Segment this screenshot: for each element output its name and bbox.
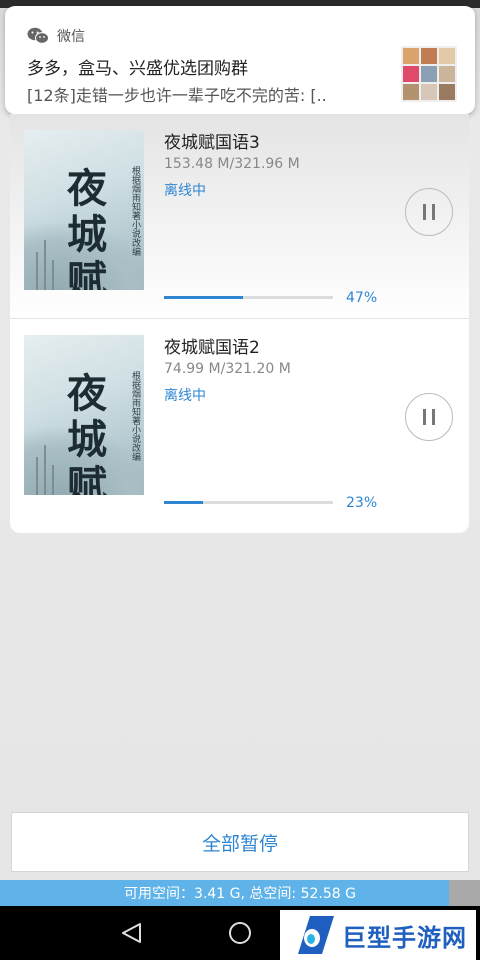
notification-app-name: 微信 (57, 29, 85, 45)
pause-all-button[interactable]: 全部暂停 (11, 812, 469, 872)
notification-text: [12条]走错一步也许一辈子吃不完的苦: [.. (27, 86, 327, 105)
watermark: 巨型手游网 (280, 910, 476, 960)
home-icon[interactable] (229, 922, 251, 944)
download-item[interactable]: 夜城赋 根据烟雨知著小说改编 夜城赋国语2 74.99 M/321.20 M 离… (10, 319, 469, 523)
pause-button[interactable] (405, 393, 453, 441)
wechat-icon (27, 27, 49, 44)
download-title: 夜城赋国语3 (164, 133, 260, 153)
group-avatar (401, 46, 457, 102)
pause-icon (423, 409, 426, 425)
download-list: 夜城赋 根据烟雨知著小说改编 夜城赋国语3 153.48 M/321.96 M … (10, 114, 469, 533)
download-status: 离线中 (164, 388, 206, 404)
pause-icon (423, 204, 426, 220)
progress-bar (164, 501, 333, 504)
watermark-logo-icon (298, 916, 334, 954)
back-icon[interactable] (120, 922, 144, 944)
download-size: 74.99 M/321.20 M (164, 361, 291, 377)
download-item[interactable]: 夜城赋 根据烟雨知著小说改编 夜城赋国语3 153.48 M/321.96 M … (10, 114, 469, 318)
storage-info: 可用空间：3.41 G, 总空间: 52.58 G (124, 886, 356, 902)
cover-subtitle: 根据烟雨知著小说改编 (130, 371, 140, 461)
notification-header: 微信 (27, 26, 85, 46)
pause-icon (432, 204, 435, 220)
cover-subtitle: 根据烟雨知著小说改编 (130, 166, 140, 256)
video-cover: 夜城赋 根据烟雨知著小说改编 (24, 335, 144, 495)
progress-percent: 23% (346, 495, 378, 511)
progress-fill (164, 501, 203, 504)
cover-title: 夜城赋 (67, 165, 107, 291)
progress-percent: 47% (346, 290, 378, 306)
notification-title: 多多，盒马、兴盛优选团购群 (27, 59, 248, 79)
cover-title: 夜城赋 (67, 370, 107, 496)
progress-fill (164, 296, 244, 299)
video-cover: 夜城赋 根据烟雨知著小说改编 (24, 130, 144, 290)
download-status: 离线中 (164, 183, 206, 199)
download-size: 153.48 M/321.96 M (164, 156, 300, 172)
wechat-notification[interactable]: 微信 多多，盒马、兴盛优选团购群 [12条]走错一步也许一辈子吃不完的苦: [.… (5, 6, 475, 114)
watermark-text: 巨型手游网 (342, 923, 467, 952)
download-title: 夜城赋国语2 (164, 338, 260, 358)
pause-button[interactable] (405, 188, 453, 236)
progress-bar (164, 296, 333, 299)
pause-icon (432, 409, 435, 425)
